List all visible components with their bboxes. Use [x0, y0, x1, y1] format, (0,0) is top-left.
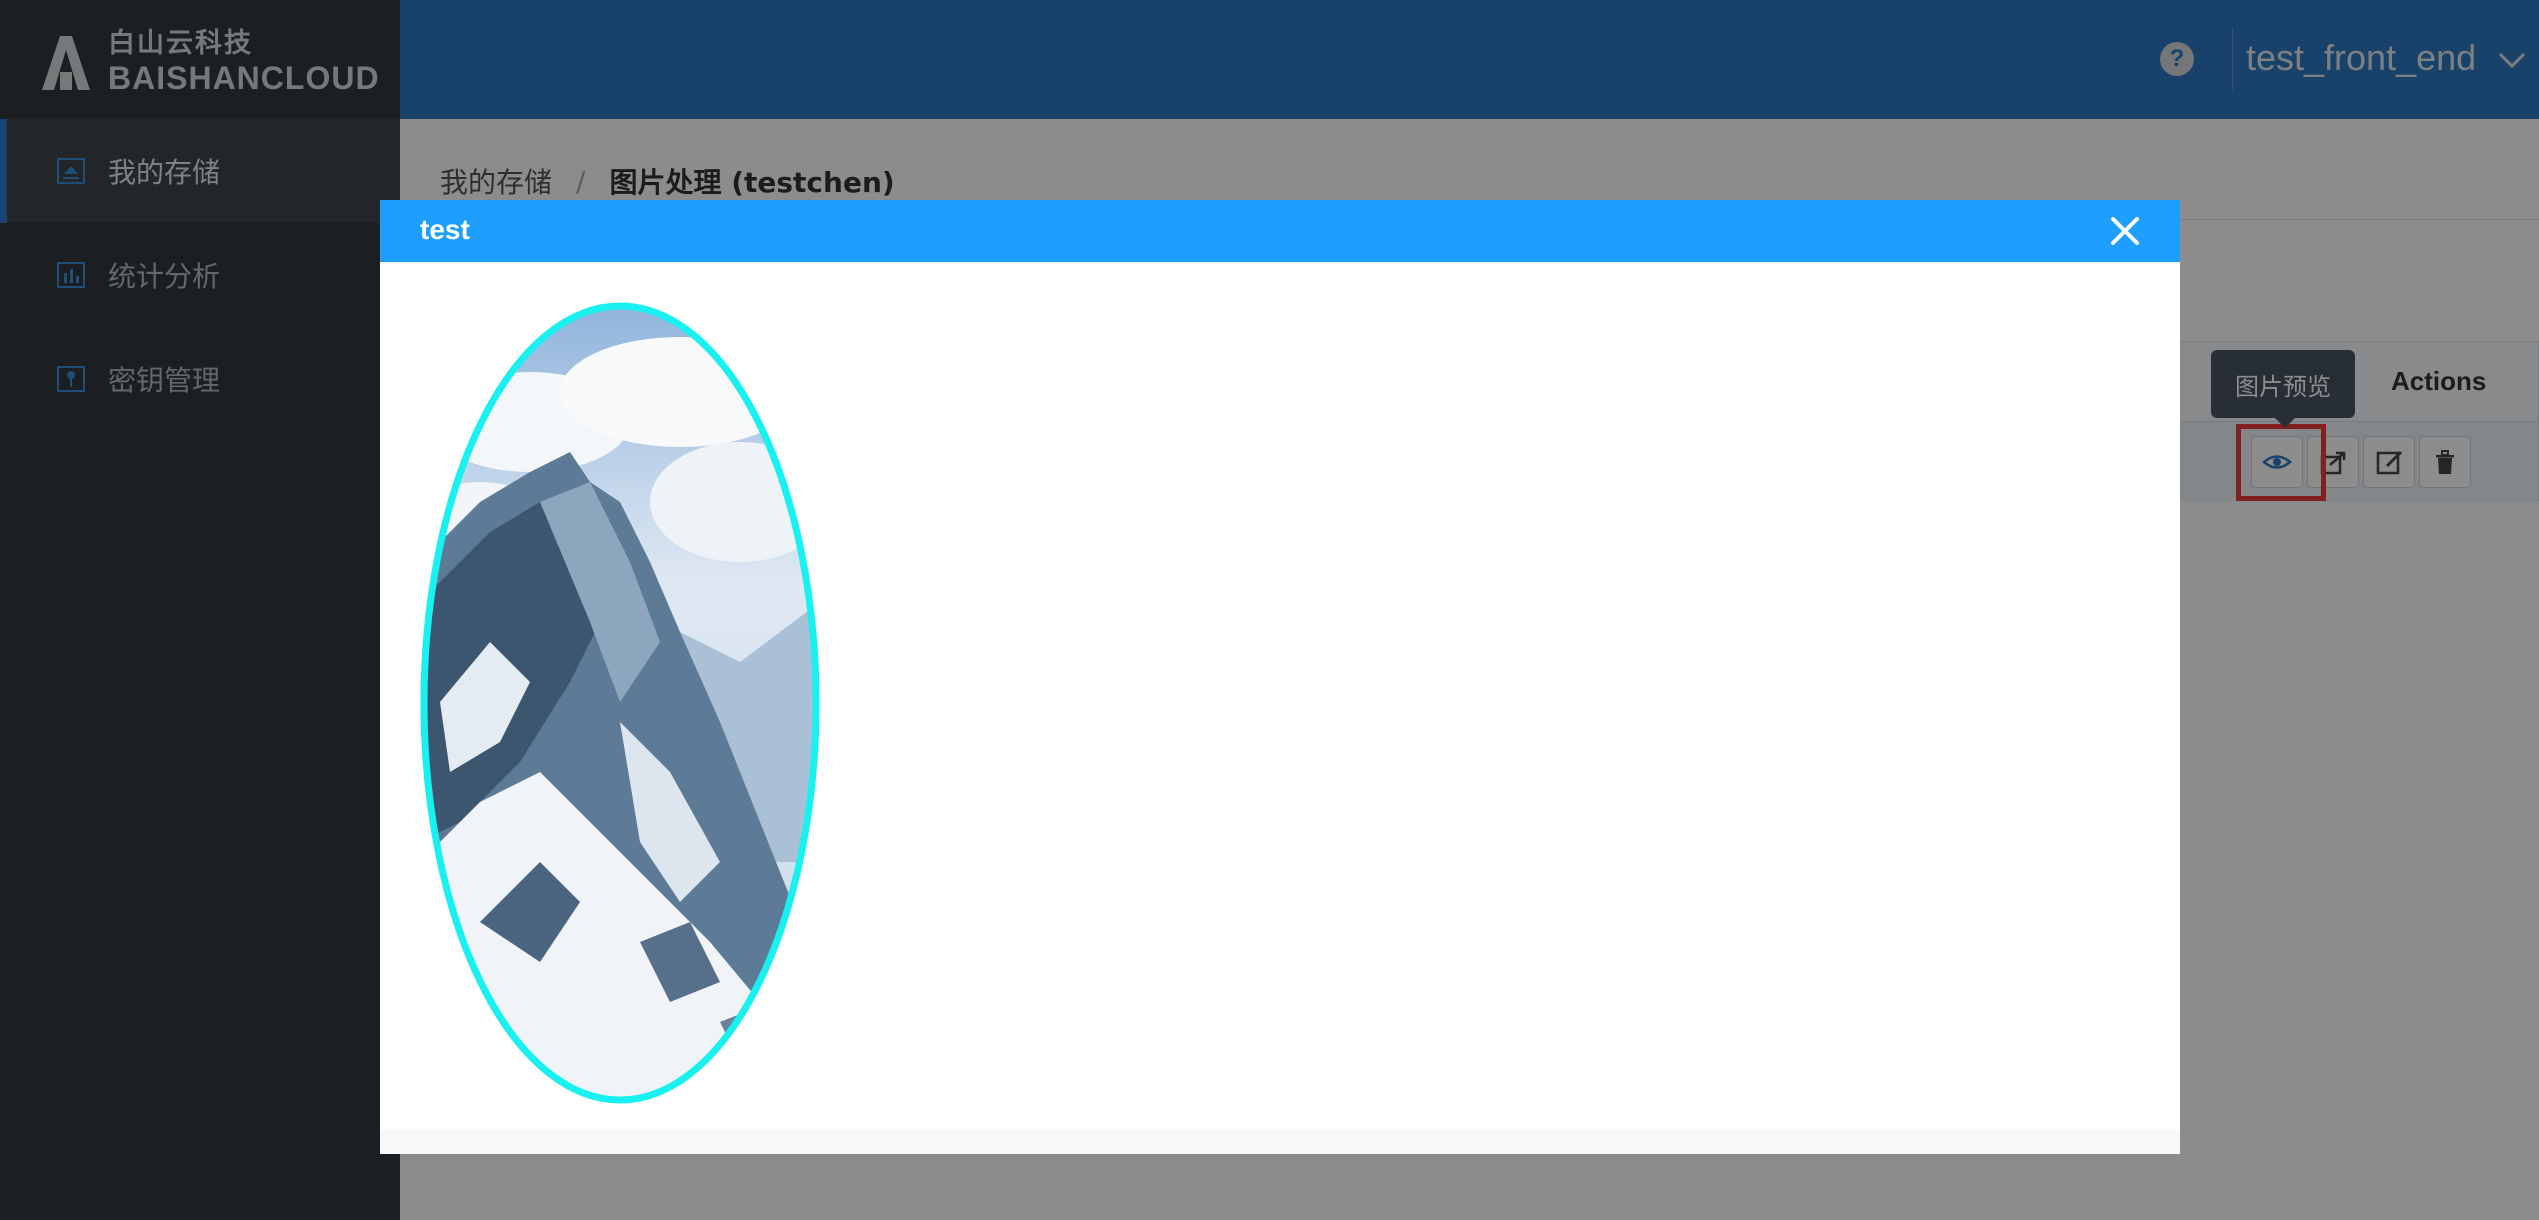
mountain-preview-image: [420, 302, 820, 1104]
modal-header: test: [380, 200, 2180, 262]
modal-footer: [380, 1130, 2180, 1154]
close-icon[interactable]: [2108, 214, 2142, 248]
modal-title: test: [420, 214, 470, 245]
modal-body: [380, 262, 2180, 1130]
image-preview-modal: test: [380, 200, 2180, 1154]
